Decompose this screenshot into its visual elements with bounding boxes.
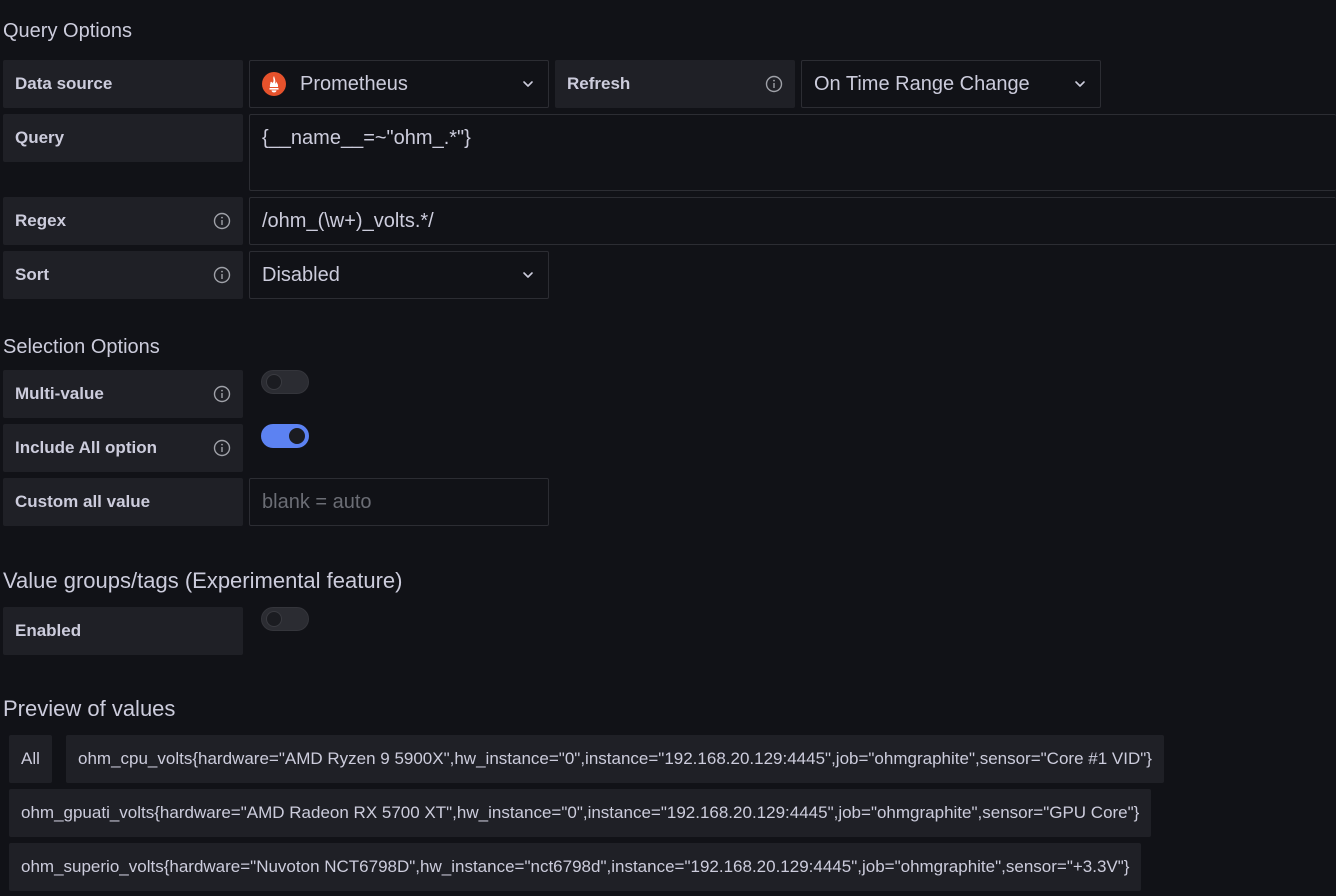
enabled-label: Enabled [3,607,243,655]
info-circle-icon[interactable] [765,75,783,93]
sort-label: Sort [3,251,243,299]
multi-value-toggle[interactable] [261,370,309,394]
query-options-title: Query Options [3,20,132,42]
value-groups-title: Value groups/tags (Experimental feature) [3,568,403,593]
refresh-value: On Time Range Change [814,72,1030,95]
info-circle-icon[interactable] [213,385,231,403]
regex-label: Regex [3,197,243,245]
chevron-down-icon [520,267,536,283]
data-source-value: Prometheus [300,72,408,95]
refresh-label-text: Refresh [567,74,631,93]
info-circle-icon[interactable] [213,266,231,284]
multi-value-label: Multi-value [3,370,243,418]
regex-input[interactable] [249,197,1336,245]
refresh-select[interactable]: On Time Range Change [801,60,1101,108]
include-all-toggle[interactable] [261,424,309,448]
preview-value-chip: ohm_gpuati_volts{hardware="AMD Radeon RX… [9,789,1152,837]
selection-options-title: Selection Options [3,336,160,358]
info-circle-icon[interactable] [213,439,231,457]
custom-all-label: Custom all value [3,478,243,526]
sort-label-text: Sort [15,265,49,284]
custom-all-input[interactable] [249,478,549,526]
info-circle-icon[interactable] [213,212,231,230]
toggle-knob [266,374,282,390]
regex-label-text: Regex [15,211,67,230]
query-input[interactable] [249,114,1336,191]
include-all-label-text: Include All option [15,438,157,457]
preview-value-chip: ohm_superio_volts{hardware="Nuvoton NCT6… [9,843,1142,891]
include-all-label: Include All option [3,424,243,472]
query-label: Query [3,114,243,162]
chevron-down-icon [520,76,536,92]
refresh-label: Refresh [555,60,795,108]
sort-value: Disabled [262,263,340,286]
preview-value-chip: ohm_cpu_volts{hardware="AMD Ryzen 9 5900… [66,735,1164,783]
query-label-text: Query [15,128,65,147]
toggle-knob [289,428,305,444]
chevron-down-icon [1072,76,1088,92]
sort-select[interactable]: Disabled [249,251,549,299]
custom-all-label-text: Custom all value [15,492,151,511]
preview-value-chip: All [9,735,52,783]
multi-value-label-text: Multi-value [15,384,104,403]
enabled-label-text: Enabled [15,621,82,640]
data-source-select[interactable]: Prometheus [249,60,549,108]
value-groups-toggle[interactable] [261,607,309,631]
toggle-knob [266,611,282,627]
preview-title: Preview of values [3,696,176,721]
data-source-label-text: Data source [15,74,113,93]
prometheus-logo-icon [262,72,286,96]
data-source-label: Data source [3,60,243,108]
